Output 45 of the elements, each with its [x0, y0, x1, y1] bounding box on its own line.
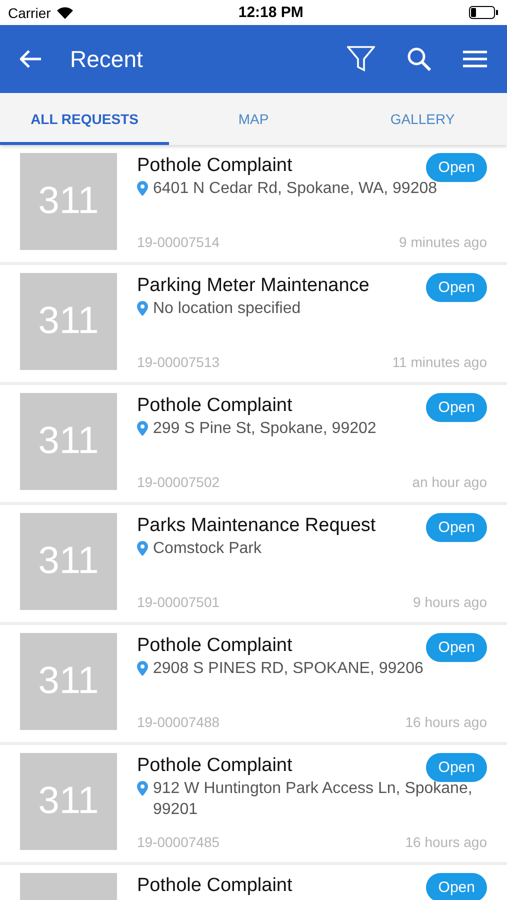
request-id: 19-00007513 — [137, 354, 220, 370]
status-badge: Open — [426, 153, 487, 182]
request-title: Pothole Complaint — [137, 874, 292, 897]
status-badge: Open — [426, 753, 487, 782]
status-badge: Open — [426, 273, 487, 302]
request-time: 11 minutes ago — [392, 354, 487, 370]
request-address: 2908 S PINES RD, SPOKANE, 99206 — [153, 659, 424, 679]
status-badge: Open — [426, 633, 487, 662]
request-title: Pothole Complaint — [137, 394, 292, 417]
request-id: 19-00007501 — [137, 594, 220, 610]
request-address: 912 W Huntington Park Access Ln, Spokane, 99201 — [153, 779, 474, 820]
request-row[interactable]: Pothole Complaint Open — [0, 865, 507, 900]
status-badge: Open — [426, 513, 487, 542]
request-title: Pothole Complaint — [137, 634, 292, 657]
request-address: No location specified — [153, 299, 301, 319]
request-title: Pothole Complaint — [137, 154, 292, 177]
request-title: Pothole Complaint — [137, 754, 292, 777]
request-time: 16 hours ago — [405, 714, 487, 730]
request-address: 6401 N Cedar Rd, Spokane, WA, 99208 — [153, 179, 438, 199]
request-address: Comstock Park — [153, 539, 262, 559]
request-time: an hour ago — [412, 474, 487, 490]
location-pin-icon — [137, 421, 148, 436]
request-id: 19-00007488 — [137, 714, 220, 730]
status-badge: Open — [426, 393, 487, 422]
carrier-label: Carrier — [8, 4, 51, 20]
request-title: Parks Maintenance Request — [137, 514, 376, 537]
location-pin-icon — [137, 301, 148, 316]
battery-icon — [468, 6, 499, 19]
tab[interactable]: ALL REQUESTS — [0, 93, 169, 145]
location-pin-icon — [137, 541, 148, 556]
status-badge: Open — [426, 873, 487, 900]
request-id: 19-00007485 — [137, 834, 220, 850]
page-title: Recent — [70, 46, 144, 72]
request-time: 9 minutes ago — [399, 234, 487, 250]
request-time: 9 hours ago — [413, 594, 487, 610]
wifi-icon — [56, 6, 73, 18]
clock: 12:18 PM — [238, 4, 304, 21]
location-pin-icon — [137, 181, 148, 196]
request-time: 16 hours ago — [405, 834, 487, 850]
location-pin-icon — [137, 661, 148, 676]
request-address: 299 S Pine St, Spokane, 99202 — [153, 419, 376, 439]
location-pin-icon — [137, 781, 148, 796]
request-id: 19-00007502 — [137, 474, 220, 490]
request-title: Parking Meter Maintenance — [137, 274, 370, 297]
request-id: 19-00007514 — [137, 234, 220, 250]
